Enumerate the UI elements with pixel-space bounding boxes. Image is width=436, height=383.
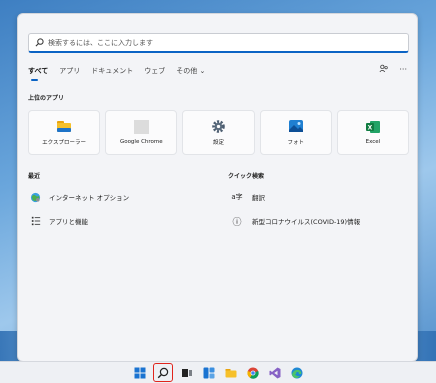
taskbar-search-button[interactable] (153, 363, 173, 382)
internet-options-icon (30, 192, 41, 203)
top-apps-heading: 上位のアプリ (28, 95, 65, 102)
widgets-button[interactable] (200, 364, 217, 381)
search-input[interactable] (48, 38, 388, 47)
app-tile-label: Google Chrome (119, 139, 163, 145)
excel-icon: X (365, 120, 381, 134)
filter-tabs: すべて アプリ ドキュメント ウェブ その他 ⌄ (28, 64, 205, 81)
taskbar (0, 361, 436, 383)
windows-start-button[interactable] (131, 364, 148, 381)
app-tile-excel[interactable]: X Excel (336, 110, 410, 155)
app-tile-label: エクスプローラー (42, 140, 87, 146)
list-item-label: 新型コロナウイルス(COVID-19)情報 (252, 218, 361, 226)
visual-studio-icon (269, 367, 280, 378)
recent-heading: 最近 (28, 173, 41, 180)
tab-web[interactable]: ウェブ (144, 66, 165, 76)
windows-start-icon (134, 367, 145, 378)
photos-icon (288, 119, 304, 133)
folder-icon (56, 119, 72, 133)
visual-studio-button[interactable] (266, 364, 283, 381)
chrome-icon (246, 367, 259, 379)
search-icon (157, 367, 169, 378)
apps-features-icon (30, 216, 41, 227)
list-item-label: 翻訳 (252, 194, 265, 202)
app-tile-label: 設定 (213, 140, 225, 146)
search-box[interactable] (28, 33, 409, 53)
app-tile-explorer[interactable]: エクスプローラー (28, 110, 101, 155)
quick-search-heading: クイック検索 (228, 173, 265, 180)
search-icon (35, 38, 44, 47)
app-tile-label: フォト (287, 140, 304, 146)
list-item-label: インターネット オプション (49, 194, 130, 202)
task-view-button[interactable] (178, 364, 195, 381)
more-options-button[interactable]: ··· (399, 65, 407, 74)
chrome-button[interactable] (244, 364, 261, 381)
quick-search-translate[interactable]: a字 翻訳 (230, 190, 360, 204)
app-tile-settings[interactable]: 設定 (182, 110, 255, 155)
app-tile-chrome[interactable]: Google Chrome (105, 110, 178, 155)
translate-icon: a字 (231, 193, 243, 201)
tab-apps[interactable]: アプリ (59, 66, 80, 76)
tab-documents[interactable]: ドキュメント (91, 66, 133, 76)
search-panel: すべて アプリ ドキュメント ウェブ その他 ⌄ ··· 上位のアプリ (17, 13, 418, 362)
recent-item-apps-features[interactable]: アプリと機能 (30, 214, 129, 228)
chrome-placeholder-icon (133, 120, 149, 134)
file-explorer-icon (225, 368, 236, 377)
tab-all[interactable]: すべて (28, 66, 48, 81)
quick-search-list: a字 翻訳 ⓘ 新型コロナウイルス(COVID-19)情報 (230, 190, 360, 228)
account-switch-icon[interactable] (379, 64, 389, 75)
task-view-icon (181, 368, 192, 377)
info-icon: ⓘ (232, 217, 242, 228)
quick-search-covid-info[interactable]: ⓘ 新型コロナウイルス(COVID-19)情報 (230, 214, 360, 228)
edge-button[interactable] (288, 364, 305, 381)
file-explorer-button[interactable] (222, 364, 239, 381)
app-tile-photos[interactable]: フォト (259, 110, 332, 155)
app-tile-label: Excel (365, 139, 381, 145)
top-right-actions: ··· (379, 64, 407, 75)
edge-icon (291, 367, 302, 378)
recent-item-internet-options[interactable]: インターネット オプション (30, 190, 129, 204)
svg-text:X: X (368, 125, 373, 132)
tab-more[interactable]: その他 ⌄ (176, 66, 205, 76)
top-apps-row: エクスプローラー Google Chrome 設定 フォト X Excel (28, 110, 410, 155)
gear-icon (211, 119, 227, 133)
widgets-icon (203, 367, 214, 378)
list-item-label: アプリと機能 (49, 218, 88, 226)
recent-list: インターネット オプション アプリと機能 (30, 190, 129, 228)
